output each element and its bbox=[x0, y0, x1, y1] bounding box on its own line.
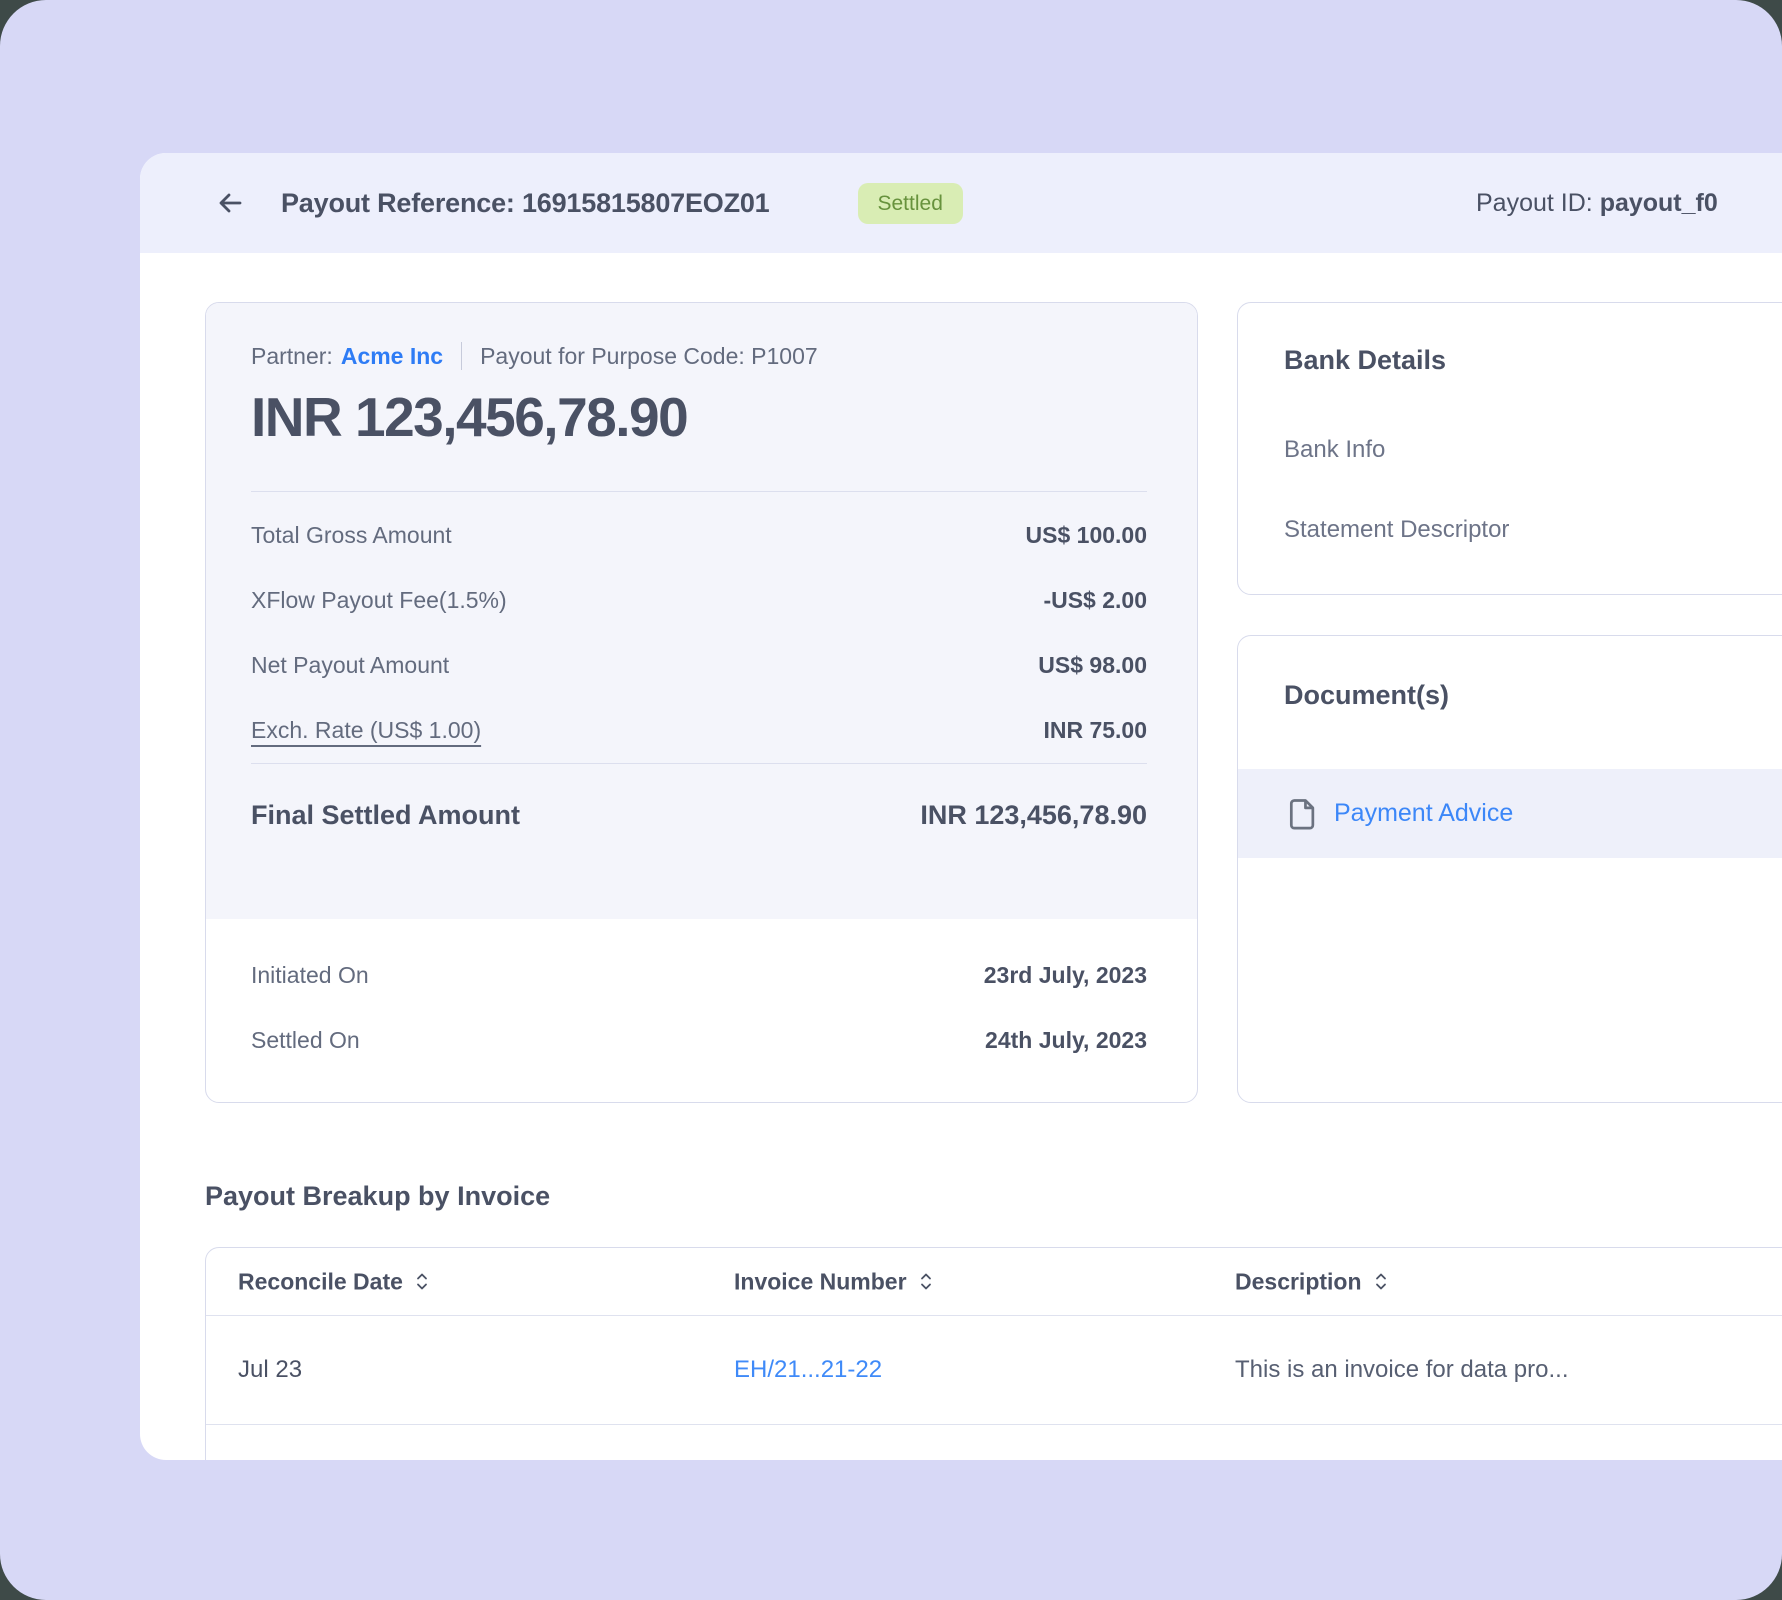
payment-advice-link[interactable]: Payment Advice bbox=[1334, 799, 1513, 828]
invoice-section-title: Payout Breakup by Invoice bbox=[205, 1181, 550, 1212]
column-header-invoice-number[interactable]: Invoice Number bbox=[734, 1268, 933, 1295]
sort-icon bbox=[415, 1273, 429, 1291]
date-row: Initiated On 23rd July, 2023 bbox=[251, 943, 1147, 1008]
payout-total-amount: INR 123,456,78.90 bbox=[251, 387, 1147, 447]
sort-icon bbox=[1374, 1273, 1388, 1291]
table-header-row: Reconcile Date Invoice Number Descriptio… bbox=[206, 1248, 1782, 1316]
description-cell: This is an invoice for data pro... bbox=[1235, 1356, 1569, 1384]
amount-row: Exch. Rate (US$ 1.00) INR 75.00 bbox=[251, 698, 1147, 763]
final-settled-value: INR 123,456,78.90 bbox=[920, 800, 1147, 831]
documents-card: Document(s) Payment Advice bbox=[1237, 635, 1782, 1103]
invoice-number-header-label: Invoice Number bbox=[734, 1268, 907, 1295]
bank-details-title: Bank Details bbox=[1284, 345, 1782, 376]
column-header-description[interactable]: Description bbox=[1235, 1268, 1388, 1295]
amount-row: Total Gross Amount US$ 100.00 bbox=[251, 503, 1147, 568]
bank-details-card: Bank Details Bank Info Statement Descrip… bbox=[1237, 302, 1782, 595]
reconcile-date-header-label: Reconcile Date bbox=[238, 1268, 403, 1295]
back-button[interactable] bbox=[215, 188, 245, 218]
initiated-on-label: Initiated On bbox=[251, 962, 369, 989]
invoice-number-link[interactable]: EH/21...21-22 bbox=[734, 1356, 882, 1384]
partner-link[interactable]: Acme Inc bbox=[341, 343, 443, 370]
amount-row: Net Payout Amount US$ 98.00 bbox=[251, 633, 1147, 698]
payout-summary-top: Partner: Acme Inc Payout for Purpose Cod… bbox=[206, 303, 1197, 919]
final-settled-row: Final Settled Amount INR 123,456,78.90 bbox=[251, 764, 1147, 866]
net-payout-value: US$ 98.00 bbox=[1038, 652, 1147, 679]
net-payout-label: Net Payout Amount bbox=[251, 652, 449, 679]
exchange-rate-link[interactable]: Exch. Rate (US$ 1.00) bbox=[251, 717, 481, 744]
column-header-reconcile-date[interactable]: Reconcile Date bbox=[238, 1268, 429, 1295]
back-arrow-icon bbox=[215, 188, 245, 218]
amount-row: XFlow Payout Fee(1.5%) -US$ 2.00 bbox=[251, 568, 1147, 633]
payout-id-label: Payout ID: bbox=[1476, 189, 1593, 218]
document-icon bbox=[1288, 798, 1318, 830]
payout-id-value: payout_f0 bbox=[1600, 189, 1718, 218]
invoice-table: Reconcile Date Invoice Number Descriptio… bbox=[205, 1247, 1782, 1460]
reconcile-date-cell: Jul 23 bbox=[238, 1356, 302, 1384]
final-settled-label: Final Settled Amount bbox=[251, 800, 520, 831]
payout-summary-card: Partner: Acme Inc Payout for Purpose Cod… bbox=[205, 302, 1198, 1103]
vertical-divider bbox=[461, 342, 462, 370]
date-row: Settled On 24th July, 2023 bbox=[251, 1008, 1147, 1073]
amount-breakdown: Total Gross Amount US$ 100.00 XFlow Payo… bbox=[251, 492, 1147, 763]
statement-descriptor-item: Statement Descriptor bbox=[1284, 516, 1782, 544]
exchange-rate-value: INR 75.00 bbox=[1043, 717, 1147, 744]
table-row: Jul 23 EH/21...21-22 This is an invoice … bbox=[206, 1316, 1782, 1425]
bank-info-item: Bank Info bbox=[1284, 436, 1782, 464]
gross-amount-value: US$ 100.00 bbox=[1026, 522, 1147, 549]
payout-fee-label: XFlow Payout Fee(1.5%) bbox=[251, 587, 507, 614]
app-window: Payout Reference: 16915815807EOZ01 Settl… bbox=[140, 153, 1782, 1460]
table-row-partial bbox=[206, 1425, 1782, 1460]
gross-amount-label: Total Gross Amount bbox=[251, 522, 452, 549]
settled-on-value: 24th July, 2023 bbox=[985, 1027, 1147, 1054]
initiated-on-value: 23rd July, 2023 bbox=[984, 962, 1147, 989]
partner-label: Partner: bbox=[251, 343, 333, 370]
page-title: Payout Reference: 16915815807EOZ01 bbox=[281, 188, 770, 219]
documents-title: Document(s) bbox=[1238, 680, 1782, 711]
description-header-label: Description bbox=[1235, 1268, 1362, 1295]
payout-dates: Initiated On 23rd July, 2023 Settled On … bbox=[206, 919, 1197, 1073]
payout-fee-value: -US$ 2.00 bbox=[1043, 587, 1147, 614]
payout-id: Payout ID: payout_f0 bbox=[1476, 153, 1718, 253]
page-background: Payout Reference: 16915815807EOZ01 Settl… bbox=[0, 0, 1782, 1600]
partner-line: Partner: Acme Inc Payout for Purpose Cod… bbox=[251, 341, 1147, 371]
payment-advice-row[interactable]: Payment Advice bbox=[1238, 769, 1782, 858]
status-badge: Settled bbox=[858, 183, 963, 224]
bank-details-items: Bank Info Statement Descriptor bbox=[1284, 436, 1782, 544]
app-header: Payout Reference: 16915815807EOZ01 Settl… bbox=[140, 153, 1782, 253]
sort-icon bbox=[919, 1273, 933, 1291]
settled-on-label: Settled On bbox=[251, 1027, 360, 1054]
purpose-code-label: Payout for Purpose Code: P1007 bbox=[480, 343, 818, 370]
